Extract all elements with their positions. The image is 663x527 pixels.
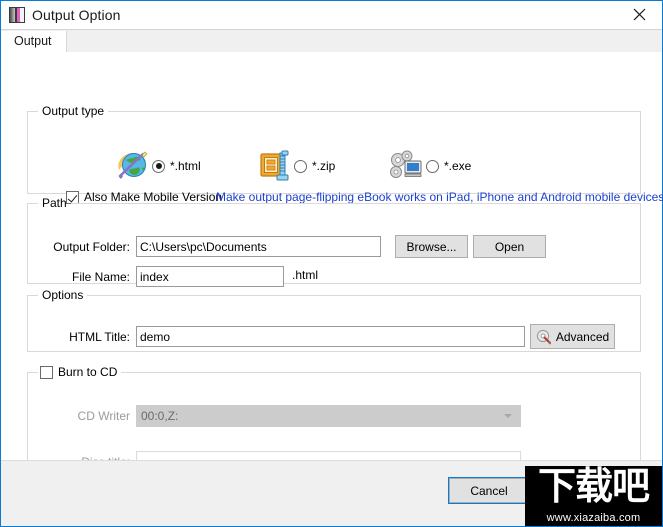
output-option-window: Output Option Output Output type *.html … [0, 0, 663, 527]
output-type-label-zip: *.zip [312, 159, 336, 173]
watermark-url: www.xiazaiba.com [546, 512, 641, 524]
open-button[interactable]: Open [473, 235, 546, 258]
watermark-text: 下载吧 [537, 466, 650, 508]
chevron-down-icon [504, 414, 512, 418]
path-legend: Path [42, 196, 67, 210]
close-icon[interactable] [617, 1, 662, 28]
tab-strip: Output [1, 29, 662, 52]
radio-zip[interactable] [294, 159, 307, 173]
cd-writer-label: CD Writer [77, 409, 130, 423]
output-type-label-exe: *.exe [444, 159, 472, 173]
output-folder-label: Output Folder: [53, 239, 130, 254]
file-name-row: File Name: [38, 266, 284, 287]
file-name-label: File Name: [71, 269, 130, 284]
output-type-legend: Output type [42, 104, 105, 118]
file-extension-label: .html [292, 268, 319, 282]
advanced-label: Advanced [555, 329, 610, 344]
tab-output[interactable]: Output [1, 31, 67, 52]
burn-to-cd-legend[interactable]: Burn to CD [38, 365, 121, 379]
dialog-content: Output type *.html *.zip *.exe Also Make… [1, 52, 663, 513]
burn-to-cd-label: Burn to CD [58, 365, 118, 379]
output-folder-input[interactable] [136, 236, 381, 257]
output-type-group: Output type *.html *.zip *.exe Also Make… [27, 104, 663, 204]
browse-button[interactable]: Browse... [395, 235, 468, 258]
globe-icon [114, 148, 152, 184]
output-folder-row: Output Folder: [38, 236, 381, 257]
html-title-row: HTML Title: [38, 326, 525, 347]
checkbox-burn-to-cd[interactable] [40, 365, 53, 379]
gears-computer-icon [388, 148, 426, 184]
output-type-option-zip[interactable]: *.zip [256, 148, 335, 184]
advanced-button[interactable]: Advanced [530, 324, 615, 349]
output-type-option-exe[interactable]: *.exe [388, 148, 471, 184]
cancel-button[interactable]: Cancel [449, 478, 529, 503]
flipbook-icon [9, 7, 25, 23]
html-title-input[interactable] [136, 326, 525, 347]
file-name-input[interactable] [136, 266, 284, 287]
zip-archive-icon [256, 148, 294, 184]
path-group: Path Output Folder: Browse... Open File … [27, 196, 641, 287]
options-group: Options HTML Title: Advanced [27, 288, 641, 352]
title-bar: Output Option [1, 1, 662, 29]
gear-wrench-icon [536, 329, 552, 345]
output-type-label-html: *.html [170, 159, 201, 173]
cd-writer-select[interactable]: 00:0,Z: [136, 405, 521, 427]
watermark: 下载吧 www.xiazaiba.com [525, 466, 662, 526]
cd-writer-value: 00:0,Z: [141, 409, 179, 423]
window-title: Output Option [32, 7, 121, 23]
html-title-label: HTML Title: [69, 329, 130, 344]
output-type-option-html[interactable]: *.html [114, 148, 201, 184]
radio-exe[interactable] [426, 159, 439, 173]
radio-html[interactable] [152, 159, 165, 173]
cd-writer-row: CD Writer 00:0,Z: [38, 405, 521, 427]
options-legend: Options [42, 288, 84, 302]
